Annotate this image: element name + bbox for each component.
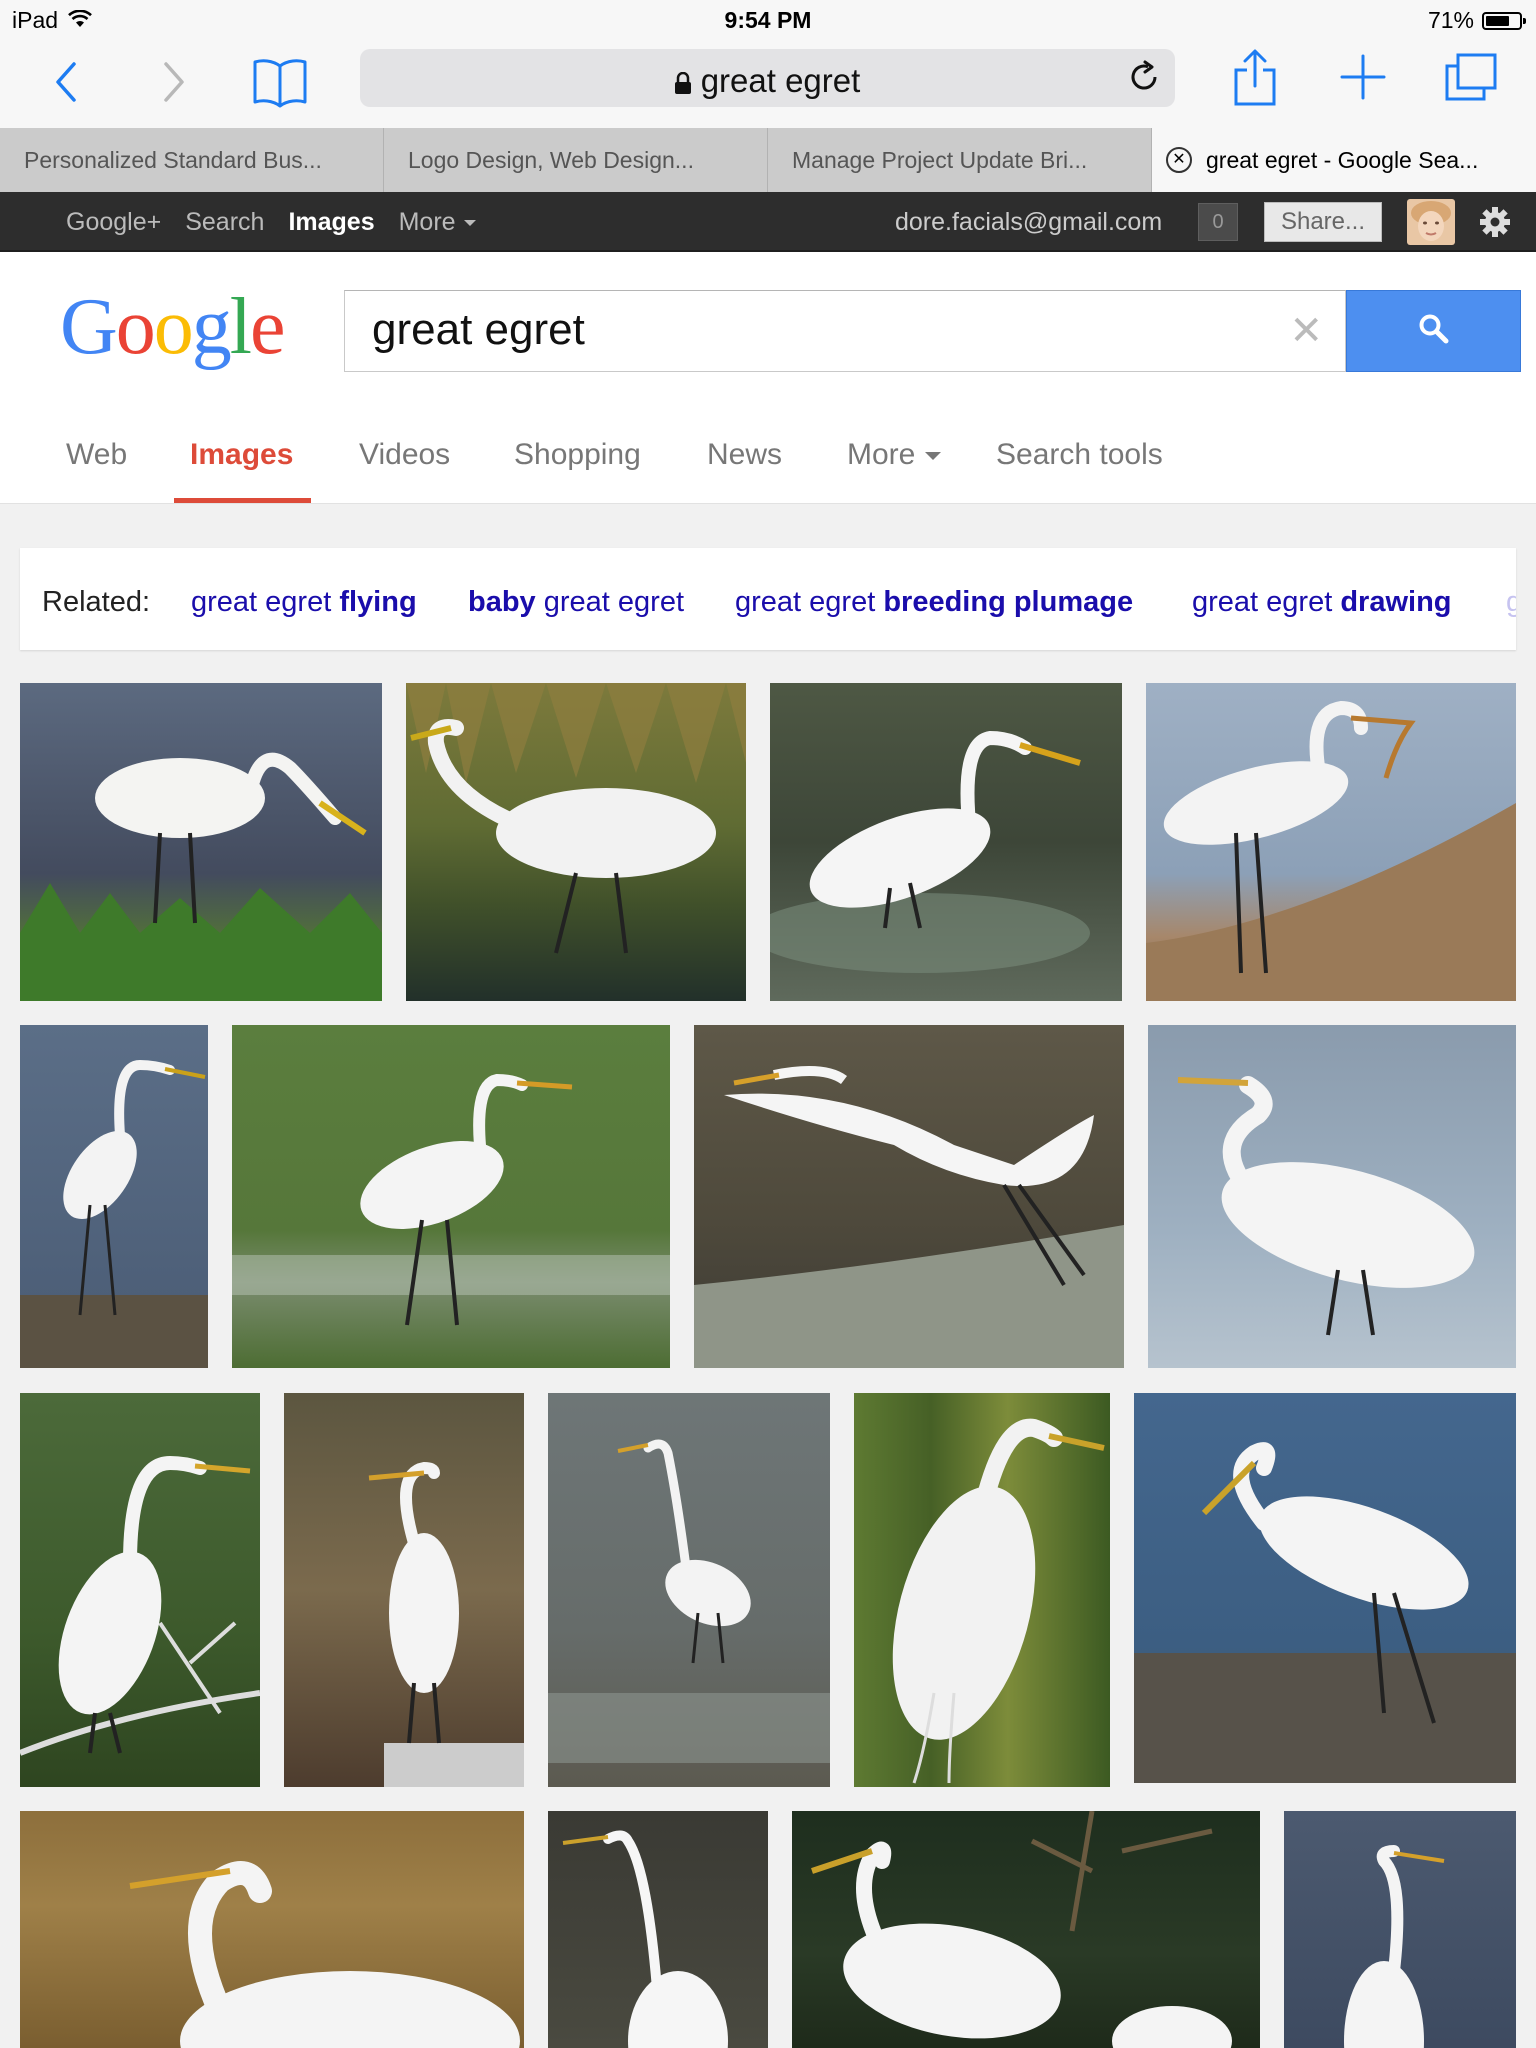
image-result[interactable] bbox=[854, 1393, 1110, 1787]
forward-icon[interactable] bbox=[158, 60, 188, 104]
lock-icon bbox=[674, 64, 691, 102]
related-label: Related: bbox=[42, 586, 151, 618]
bookmarks-icon[interactable] bbox=[252, 56, 308, 108]
close-tab-icon[interactable]: ✕ bbox=[1166, 147, 1192, 173]
address-text: great egret bbox=[700, 62, 861, 99]
image-result[interactable] bbox=[20, 1393, 260, 1787]
image-result[interactable] bbox=[694, 1025, 1124, 1368]
image-result[interactable] bbox=[284, 1393, 524, 1787]
search-header: Google ✕ bbox=[0, 252, 1536, 408]
gbar-link-more[interactable]: More bbox=[399, 208, 476, 237]
tab-shopping[interactable]: Shopping bbox=[514, 438, 641, 472]
gbar-link-googleplus[interactable]: Google+ bbox=[66, 208, 161, 237]
image-result[interactable] bbox=[548, 1811, 768, 2048]
tab-title: Logo Design, Web Design... bbox=[408, 146, 694, 173]
image-result[interactable] bbox=[232, 1025, 670, 1368]
new-tab-icon[interactable] bbox=[1340, 54, 1386, 100]
related-link[interactable]: great egret flying bbox=[191, 586, 417, 619]
image-result[interactable] bbox=[20, 1025, 208, 1368]
image-result[interactable] bbox=[548, 1393, 830, 1787]
image-result[interactable] bbox=[20, 1811, 524, 2048]
tab-title: great egret - Google Sea... bbox=[1206, 146, 1479, 173]
avatar[interactable] bbox=[1407, 199, 1455, 245]
tab-title: Manage Project Update Bri... bbox=[792, 146, 1088, 173]
status-bar: iPad 9:54 PM 71% bbox=[0, 0, 1536, 42]
browser-tab-active[interactable]: ✕ great egret - Google Sea... bbox=[1152, 128, 1536, 192]
tab-title: Personalized Standard Bus... bbox=[24, 146, 322, 173]
search-button[interactable] bbox=[1346, 290, 1521, 372]
related-link[interactable]: baby great egret bbox=[468, 586, 684, 619]
address-bar[interactable]: great egret bbox=[360, 49, 1175, 107]
browser-tab-2[interactable]: Logo Design, Web Design... bbox=[384, 128, 768, 192]
related-link-truncated[interactable]: g bbox=[1506, 586, 1516, 619]
image-result[interactable] bbox=[1284, 1811, 1516, 2048]
search-icon bbox=[1418, 313, 1450, 350]
search-box[interactable]: ✕ bbox=[344, 290, 1346, 372]
google-logo[interactable]: Google bbox=[60, 282, 286, 373]
settings-gear-icon[interactable] bbox=[1479, 206, 1511, 243]
back-icon[interactable] bbox=[52, 60, 82, 104]
search-type-tabs: Web Images Videos Shopping News More Sea… bbox=[0, 408, 1536, 504]
image-result[interactable] bbox=[1148, 1025, 1516, 1368]
tab-more[interactable]: More bbox=[847, 438, 941, 472]
safari-toolbar: great egret bbox=[0, 42, 1536, 128]
reload-icon[interactable] bbox=[1127, 60, 1161, 99]
tab-news[interactable]: News bbox=[707, 438, 782, 472]
share-icon[interactable] bbox=[1232, 48, 1278, 108]
image-result[interactable] bbox=[792, 1811, 1260, 2048]
related-link[interactable]: great egret breeding plumage bbox=[735, 586, 1133, 619]
tabs-overview-icon[interactable] bbox=[1444, 52, 1498, 102]
battery-icon bbox=[1482, 11, 1526, 30]
share-button[interactable]: Share... bbox=[1264, 202, 1382, 242]
gbar-link-images[interactable]: Images bbox=[288, 208, 374, 237]
clear-search-icon[interactable]: ✕ bbox=[1289, 305, 1323, 357]
tab-search-tools[interactable]: Search tools bbox=[996, 438, 1163, 472]
related-searches: Related: great egret flying baby great e… bbox=[20, 548, 1516, 650]
related-link[interactable]: great egret drawing bbox=[1192, 586, 1452, 619]
image-result[interactable] bbox=[1146, 683, 1516, 1001]
active-tab-indicator bbox=[174, 498, 311, 503]
battery-percent: 71% bbox=[1427, 7, 1474, 33]
search-input[interactable] bbox=[372, 303, 1252, 357]
tab-web[interactable]: Web bbox=[66, 438, 127, 472]
notification-count[interactable]: 0 bbox=[1198, 203, 1238, 241]
browser-tabs: Personalized Standard Bus... Logo Design… bbox=[0, 128, 1536, 192]
account-email[interactable]: dore.facials@gmail.com bbox=[895, 208, 1162, 237]
tab-images[interactable]: Images bbox=[190, 438, 293, 472]
image-result[interactable] bbox=[20, 683, 382, 1001]
google-top-bar: Google+ Search Images More dore.facials@… bbox=[0, 192, 1536, 252]
image-result[interactable] bbox=[406, 683, 746, 1001]
browser-tab-1[interactable]: Personalized Standard Bus... bbox=[0, 128, 384, 192]
image-result[interactable] bbox=[770, 683, 1122, 1001]
status-time: 9:54 PM bbox=[724, 7, 812, 33]
browser-tab-3[interactable]: Manage Project Update Bri... bbox=[768, 128, 1152, 192]
gbar-link-search[interactable]: Search bbox=[185, 208, 264, 237]
tab-videos[interactable]: Videos bbox=[359, 438, 450, 472]
image-result[interactable] bbox=[1134, 1393, 1516, 1783]
